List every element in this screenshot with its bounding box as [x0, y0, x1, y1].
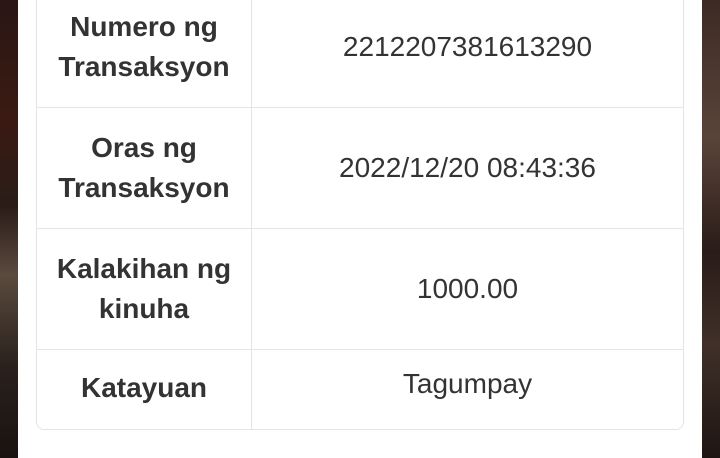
transaction-time-label: Oras ng Transaksyon: [37, 108, 252, 228]
transaction-time-value: 2022/12/20 08:43:36: [339, 152, 596, 183]
transaction-details-table: Numero ng Transaksyon 2212207381613290 O…: [36, 0, 684, 430]
amount-value: 1000.00: [416, 273, 519, 304]
status-value: Tagumpay: [402, 368, 533, 399]
table-row-amount: Kalakihan ng kinuha 1000.00: [37, 229, 683, 350]
background-left: [0, 0, 18, 458]
transaction-number-value: 2212207381613290: [342, 31, 593, 62]
transaction-number-label: Numero ng Transaksyon: [37, 0, 252, 107]
modal-panel: Numero ng Transaksyon 2212207381613290 O…: [18, 0, 702, 458]
status-label: Katayuan: [37, 350, 252, 429]
table-row-transaction-time: Oras ng Transaksyon 2022/12/20 08:43:36: [37, 108, 683, 229]
background-right: [702, 0, 720, 458]
amount-label: Kalakihan ng kinuha: [37, 229, 252, 349]
table-row-transaction-number: Numero ng Transaksyon 2212207381613290: [37, 0, 683, 108]
table-row-status: Katayuan Tagumpay: [37, 350, 683, 429]
